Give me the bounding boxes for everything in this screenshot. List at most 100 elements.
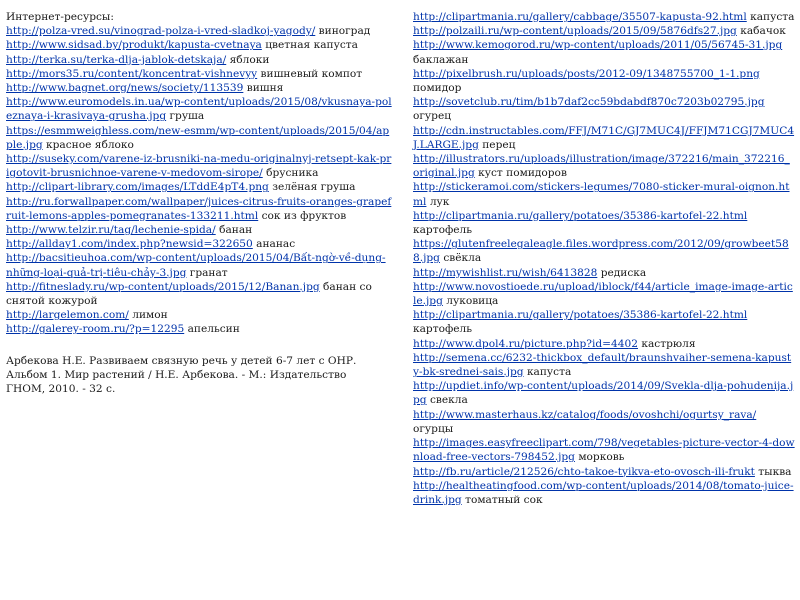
resource-entry: http://www.dpol4.ru/picture.php?id=4402 … (413, 337, 796, 351)
resource-label: банан (219, 224, 253, 237)
resource-link[interactable]: http://mors35.ru/content/koncentrat-vish… (6, 68, 257, 80)
resource-entry: http://images.easyfreeclipart.com/798/ve… (413, 436, 796, 464)
resource-entry: http://www.sidsad.by/produkt/kapusta-cve… (6, 38, 392, 52)
resource-label: помидор (413, 82, 462, 95)
resource-entry: http://www.masterhaus.kz/catalog/foods/o… (413, 408, 796, 436)
resource-link[interactable]: http://clipartmania.ru/gallery/cabbage/3… (413, 11, 747, 23)
left-link-list: http://polza-vred.su/vinograd-polza-i-vr… (6, 24, 392, 336)
resource-entry: http://allday1.com/index.php?newsid=3226… (6, 237, 392, 251)
resource-link[interactable]: http://terka.su/terka-dlja-jablok-detska… (6, 54, 226, 66)
resource-label: лимон (132, 309, 168, 322)
resource-entry: http://bacsitieuhoa.com/wp-content/uploa… (6, 251, 392, 279)
resource-label: томатный сок (465, 493, 543, 506)
resource-link[interactable]: http://polzaili.ru/wp-content/uploads/20… (413, 25, 737, 37)
resource-label: виноград (318, 25, 371, 38)
resource-link[interactable]: http://www.masterhaus.kz/catalog/foods/o… (413, 409, 756, 421)
resource-entry: https://glutenfreelegaleagle.files.wordp… (413, 237, 796, 265)
resource-label: ананас (256, 238, 296, 251)
resource-entry: http://semena.cc/6232-thickbox_default/b… (413, 351, 796, 379)
resource-label: картофель (413, 224, 473, 237)
resource-label: капуста (750, 11, 795, 23)
resource-link[interactable]: http://clipartmania.ru/gallery/potatoes/… (413, 309, 747, 321)
resource-link[interactable]: http://semena.cc/6232-thickbox_default/b… (413, 352, 791, 378)
resource-link[interactable]: http://cdn.instructables.com/FFJ/M71C/GJ… (413, 125, 794, 151)
resource-link[interactable]: http://www.sidsad.by/produkt/kapusta-cve… (6, 39, 262, 51)
resource-label: тыква (758, 465, 792, 478)
resource-entry: https://esmmweighless.com/new-esmm/wp-co… (6, 124, 392, 152)
resource-label: баклажан (413, 53, 469, 66)
resource-link[interactable]: http://largelemon.com/ (6, 309, 129, 321)
resource-link[interactable]: http://clipartmania.ru/gallery/potatoes/… (413, 210, 747, 222)
resource-entry: http://polzaili.ru/wp-content/uploads/20… (413, 24, 796, 38)
book-citation: Арбекова Н.Е. Развиваем связную речь у д… (6, 354, 357, 396)
resource-entry: http://fitneslady.ru/wp-content/uploads/… (6, 280, 392, 308)
resource-label: лук (429, 195, 450, 208)
resource-entry: http://sovetclub.ru/tim/b1b7daf2cc59bdab… (413, 95, 796, 123)
resource-label: красное яблоко (46, 138, 134, 151)
resource-label: луковица (446, 295, 499, 308)
resource-entry: http://clipartmania.ru/gallery/potatoes/… (413, 209, 796, 237)
resource-entry: http://polza-vred.su/vinograd-polza-i-vr… (6, 24, 392, 38)
resource-label: зелёная груша (272, 181, 356, 194)
resource-label: груша (169, 110, 205, 123)
resource-entry: http://www.novostioede.ru/upload/iblock/… (413, 280, 796, 308)
resource-link[interactable]: http://suseky.com/varene-iz-brusniki-na-… (6, 153, 391, 179)
resource-entry: http://stickeramoi.com/stickers-legumes/… (413, 180, 796, 208)
resource-label: яблоки (229, 53, 270, 66)
resource-label: сок из фруктов (261, 209, 347, 222)
resource-entry: http://mors35.ru/content/koncentrat-vish… (6, 67, 392, 81)
resource-entry: http://pixelbrush.ru/uploads/posts/2012-… (413, 67, 796, 95)
resource-label: свёкла (443, 252, 482, 265)
resource-label: гранат (189, 266, 228, 279)
resource-label: куст помидоров (478, 167, 567, 180)
resource-label: вишня (246, 82, 284, 95)
resource-entry: http://fb.ru/article/212526/chto-takoe-t… (413, 465, 796, 479)
resource-link[interactable]: http://galerey-room.ru/?p=12295 (6, 323, 184, 335)
resource-link[interactable]: http://polza-vred.su/vinograd-polza-i-vr… (6, 25, 315, 37)
resource-link[interactable]: http://pixelbrush.ru/uploads/posts/2012-… (413, 68, 760, 80)
resource-label: кабачок (740, 25, 786, 38)
resource-entry: http://healtheatingfood.com/wp-content/u… (413, 479, 796, 507)
resource-link[interactable]: http://fb.ru/article/212526/chto-takoe-t… (413, 466, 755, 478)
resource-label: брусника (266, 167, 319, 180)
resource-label: капуста (526, 366, 572, 379)
resource-link[interactable]: http://fitneslady.ru/wp-content/uploads/… (6, 281, 320, 293)
resource-entry: http://www.bagnet.org/news/society/11353… (6, 81, 392, 95)
resource-link[interactable]: http://clipart-library.com/images/LTddE4… (6, 181, 269, 193)
resource-label: картофель (413, 323, 473, 336)
resource-link[interactable]: http://www.bagnet.org/news/society/11353… (6, 82, 243, 94)
resource-entry: http://clipart-library.com/images/LTddE4… (6, 180, 392, 194)
resource-link[interactable]: http://www.kemogorod.ru/wp-content/uploa… (413, 39, 782, 51)
resource-label: редиска (600, 266, 647, 279)
resource-entry: http://www.euromodels.in.ua/wp-content/u… (6, 95, 392, 123)
resource-label: цветная капуста (265, 39, 358, 52)
resource-entry: http://ru.forwallpaper.com/wallpaper/jui… (6, 195, 392, 223)
resource-entry: http://cdn.instructables.com/FFJ/M71C/GJ… (413, 124, 796, 152)
left-column: Интернет-ресурсы: http://polza-vred.su/v… (6, 10, 392, 396)
resource-link[interactable]: http://updiet.info/wp-content/uploads/20… (413, 380, 793, 406)
resource-entry: http://www.telzir.ru/tag/lechenie-spida/… (6, 223, 392, 237)
resources-heading: Интернет-ресурсы: (6, 11, 114, 23)
resource-link[interactable]: http://illustrators.ru/uploads/illustrat… (413, 153, 790, 179)
resource-entry: http://illustrators.ru/uploads/illustrat… (413, 152, 796, 180)
right-link-list: http://clipartmania.ru/gallery/cabbage/3… (413, 10, 796, 507)
resource-label: свекла (429, 394, 468, 407)
resource-link[interactable]: http://allday1.com/index.php?newsid=3226… (6, 238, 253, 250)
resource-entry: http://clipartmania.ru/gallery/cabbage/3… (413, 10, 796, 24)
resource-link[interactable]: http://www.telzir.ru/tag/lechenie-spida/ (6, 224, 216, 236)
resource-entry: http://mywishlist.ru/wish/6413828 редиск… (413, 266, 796, 280)
resource-link[interactable]: http://stickeramoi.com/stickers-legumes/… (413, 181, 790, 207)
resource-label: апельсин (187, 323, 240, 336)
resource-label: перец (482, 138, 516, 151)
resource-link[interactable]: http://www.dpol4.ru/picture.php?id=4402 (413, 338, 638, 350)
resource-label: морковь (578, 451, 625, 464)
resource-label: кастрюля (641, 337, 696, 350)
resource-link[interactable]: http://sovetclub.ru/tim/b1b7daf2cc59bdab… (413, 96, 764, 108)
resource-link[interactable]: http://mywishlist.ru/wish/6413828 (413, 267, 597, 279)
resource-label: огурец (413, 110, 452, 123)
resource-entry: http://clipartmania.ru/gallery/potatoes/… (413, 308, 796, 336)
resource-label: вишневый компот (260, 67, 363, 80)
resource-label: огурцы (413, 422, 454, 435)
resource-entry: http://www.kemogorod.ru/wp-content/uploa… (413, 38, 796, 66)
resource-entry: http://largelemon.com/ лимон (6, 308, 392, 322)
